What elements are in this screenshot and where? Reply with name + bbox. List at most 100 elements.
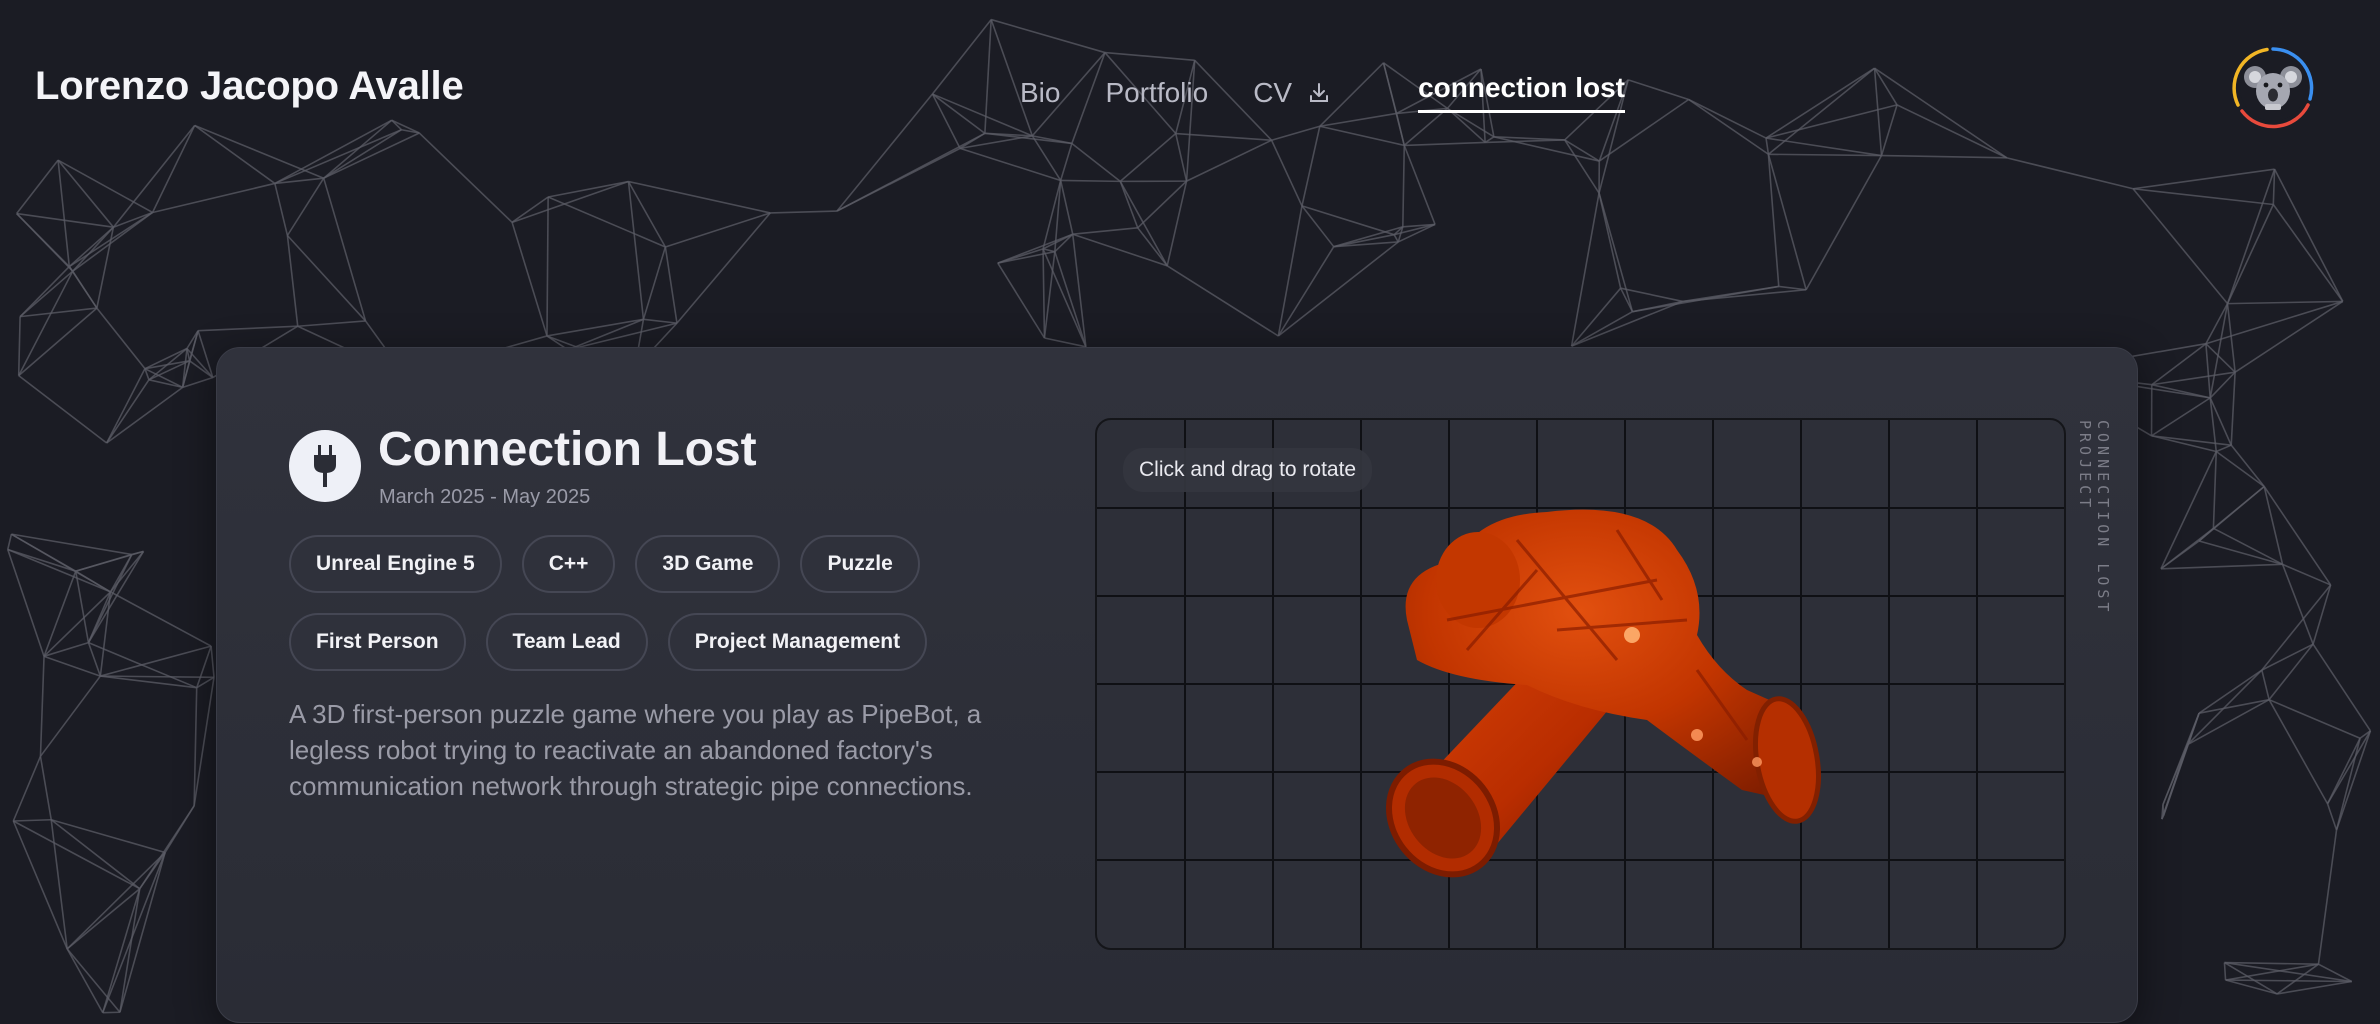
mesh-line: [1270, 139, 1303, 207]
mesh-line: [2272, 204, 2344, 302]
mesh-line: [1044, 337, 1087, 348]
mesh-line: [151, 125, 196, 213]
mesh-line: [7, 548, 111, 593]
mesh-line: [2268, 698, 2361, 739]
mesh-line: [68, 211, 153, 268]
mesh-line: [323, 132, 420, 179]
mesh-line: [1765, 137, 1882, 157]
mesh-line: [210, 646, 215, 678]
mesh-line: [990, 18, 1106, 54]
mesh-line: [198, 325, 298, 332]
project-description: A 3D first-person puzzle game where you …: [289, 699, 982, 801]
mesh-line: [66, 851, 166, 950]
mesh-line: [770, 210, 838, 214]
mesh-line: [12, 820, 141, 890]
mesh-line: [1768, 153, 1882, 157]
mesh-line: [2225, 979, 2278, 995]
tag-cpp[interactable]: C++: [521, 535, 616, 593]
mesh-line: [2312, 643, 2372, 732]
mesh-line: [547, 180, 629, 198]
mesh-line: [1072, 227, 1138, 236]
mesh-line: [1393, 234, 1399, 243]
mesh-line: [1446, 107, 1486, 144]
mesh-line: [100, 675, 215, 679]
mesh-line: [2198, 540, 2283, 566]
mesh-line: [17, 270, 74, 376]
mesh-line: [7, 548, 76, 572]
mesh-line: [1301, 205, 1335, 248]
mesh-line: [1765, 67, 1875, 139]
mesh-line: [1301, 126, 1321, 207]
mesh-line: [1765, 137, 1770, 155]
mesh-line: [1277, 241, 1399, 337]
mesh-line: [2234, 300, 2344, 373]
mesh-line: [511, 196, 549, 223]
tag-project-management[interactable]: Project Management: [667, 613, 928, 671]
mesh-line: [1186, 139, 1272, 182]
tag-first-person[interactable]: First Person: [289, 613, 466, 671]
nav-portfolio[interactable]: Portfolio: [1105, 77, 1208, 109]
download-icon[interactable]: [1308, 82, 1330, 104]
nav-cv-label: CV: [1253, 76, 1293, 108]
mesh-line: [836, 132, 986, 212]
project-card: Connection Lost March 2025 - May 2025 Un…: [216, 347, 2138, 1023]
mesh-line: [1620, 287, 1684, 303]
mesh-line: [57, 159, 153, 214]
nav-connection-lost[interactable]: connection lost: [1418, 72, 1625, 113]
side-label: CONNECTION LOST PROJECT: [2076, 420, 2112, 616]
nav-bio[interactable]: Bio: [1020, 77, 1060, 109]
site-title[interactable]: Lorenzo Jacopo Avalle: [35, 64, 464, 109]
mesh-line: [931, 93, 986, 134]
mesh-line: [997, 233, 1074, 264]
mesh-line: [110, 591, 212, 647]
mesh-line: [323, 119, 393, 179]
mesh-line: [1059, 143, 1073, 181]
mesh-line: [2223, 962, 2227, 981]
mesh-line: [2151, 371, 2236, 386]
mesh-line: [51, 818, 166, 854]
mesh-line: [628, 180, 771, 214]
mesh-line: [2227, 300, 2343, 305]
mesh-line: [2132, 187, 2274, 206]
nav-cv[interactable]: CV: [1253, 77, 1330, 109]
rotate-hint: Click and drag to rotate: [1123, 448, 1373, 492]
mesh-line: [1119, 132, 1177, 182]
mesh-line: [1485, 139, 1565, 144]
tag-team-lead[interactable]: Team Lead: [485, 613, 648, 671]
mesh-line: [297, 320, 366, 328]
mesh-line: [1767, 67, 1876, 155]
mesh-line: [1765, 104, 1898, 139]
mesh-line: [148, 379, 183, 389]
mesh-line: [66, 948, 104, 1014]
viewer-canvas[interactable]: [1097, 420, 2064, 948]
mesh-line: [2226, 168, 2276, 304]
mesh-line: [2268, 699, 2329, 805]
koala-avatar-icon[interactable]: [2230, 45, 2316, 131]
mesh-line: [2213, 527, 2283, 566]
mesh-line: [1060, 179, 1121, 183]
mesh-line: [2276, 980, 2352, 995]
mesh-line: [1071, 142, 1121, 182]
tag-3d-game[interactable]: 3D Game: [635, 535, 781, 593]
mesh-line: [1570, 287, 1622, 347]
tag-puzzle[interactable]: Puzzle: [800, 535, 920, 593]
mesh-line: [195, 645, 212, 688]
mesh-line: [932, 93, 1033, 137]
model-viewer[interactable]: Click and drag to rotate: [1095, 418, 2066, 950]
mesh-line: [101, 852, 166, 1013]
mesh-line: [2212, 451, 2218, 529]
mesh-line: [643, 318, 678, 324]
mesh-line: [6, 533, 13, 550]
mesh-line: [1873, 67, 1898, 106]
nav-connection-lost-label: connection lost: [1418, 72, 1625, 103]
mesh-line: [2151, 397, 2211, 437]
mesh-line: [1403, 107, 1448, 146]
mesh-line: [1319, 125, 1405, 147]
tag-unreal-engine-5[interactable]: Unreal Engine 5: [289, 535, 502, 593]
mesh-line: [105, 379, 150, 444]
mesh-line: [1104, 51, 1195, 62]
mesh-line: [2187, 698, 2270, 746]
mesh-line: [1778, 285, 1807, 291]
mesh-line: [2225, 979, 2352, 983]
mesh-line: [39, 756, 53, 820]
